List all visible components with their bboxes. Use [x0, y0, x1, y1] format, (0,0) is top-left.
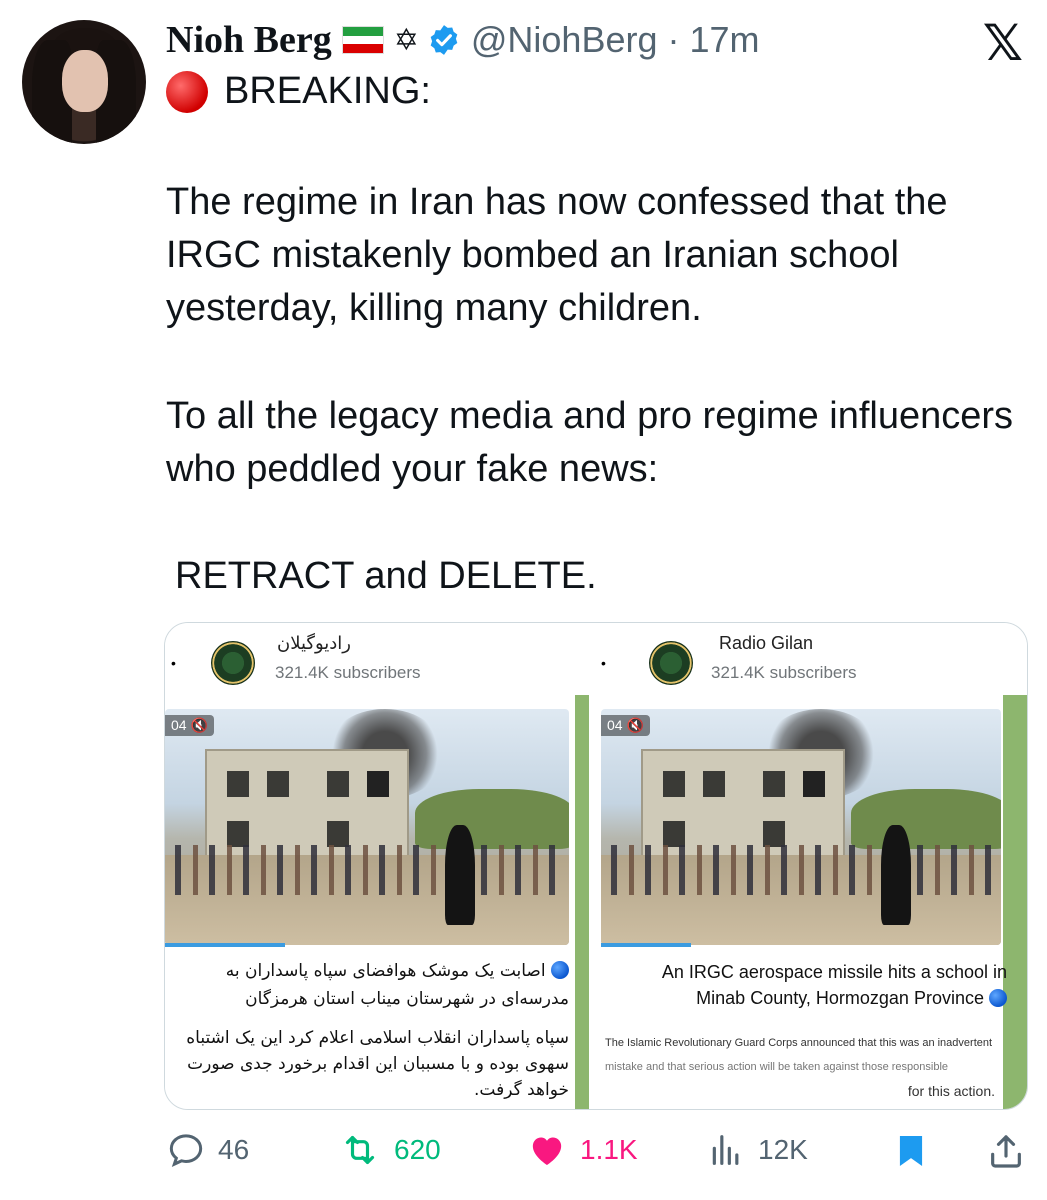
- reply-button[interactable]: 46: [166, 1130, 249, 1170]
- caption-headline: An IRGC aerospace missile hits a school …: [661, 962, 1007, 1008]
- video-thumbnail[interactable]: [165, 709, 569, 945]
- caption-headline: اصابت یک موشک هوافضای سپاه پاسداران به م…: [225, 961, 569, 1009]
- bookmark-icon: [899, 1135, 923, 1167]
- post-header: Nioh Berg ✡ @NiohBerg · 17m: [166, 14, 760, 66]
- red-circle-icon: [166, 70, 208, 113]
- like-button[interactable]: 1.1K: [526, 1130, 638, 1170]
- blue-circle-icon: [551, 961, 569, 979]
- channel-logo: [649, 641, 693, 685]
- video-thumbnail[interactable]: [601, 709, 1001, 945]
- dot-marker: •: [171, 655, 176, 671]
- channel-subscribers: 321.4K subscribers: [711, 663, 857, 682]
- chat-background: [575, 695, 589, 1109]
- panel-divider: [589, 623, 597, 1109]
- repost-count: 620: [394, 1134, 441, 1165]
- bookmark-button[interactable]: [892, 1130, 942, 1172]
- breaking-line: BREAKING:: [166, 70, 431, 113]
- repost-icon: [345, 1135, 375, 1165]
- video-progress-bar: [601, 943, 691, 947]
- views-icon: [712, 1135, 739, 1165]
- channel-name: Radio Gilan: [719, 633, 814, 653]
- chat-background: [1003, 695, 1027, 1109]
- repost-button[interactable]: 620: [338, 1130, 441, 1170]
- channel-logo: [211, 641, 255, 685]
- media-attachment[interactable]: • راديوگيلان 321.4K subscribers 04 🔇 اصا…: [164, 622, 1028, 1110]
- author-name[interactable]: Nioh Berg: [166, 18, 332, 62]
- share-icon: [991, 1135, 1021, 1168]
- share-button[interactable]: [986, 1130, 1038, 1172]
- post-paragraph-1: The regime in Iran has now confessed tha…: [166, 181, 948, 329]
- screenshot-farsi[interactable]: • راديوگيلان 321.4K subscribers 04 🔇 اصا…: [165, 623, 589, 1109]
- caption-body: سپاه پاسداران انقلاب اسلامی اعلام کرد ای…: [186, 1028, 569, 1100]
- post-paragraph-2: To all the legacy media and pro regime i…: [166, 395, 1014, 490]
- breaking-label: BREAKING:: [224, 70, 431, 112]
- screenshot-english[interactable]: • Radio Gilan 321.4K subscribers 04 🔇 An…: [597, 623, 1027, 1109]
- views-button[interactable]: 12K: [706, 1130, 808, 1170]
- video-timestamp: 04 🔇: [165, 715, 214, 736]
- channel-name: راديوگيلان: [277, 633, 351, 653]
- caption-body: The Islamic Revolutionary Guard Corps an…: [603, 1037, 997, 1099]
- reply-icon: [169, 1134, 203, 1167]
- video-timestamp: 04 🔇: [601, 715, 650, 736]
- reply-count: 46: [218, 1134, 250, 1165]
- avatar[interactable]: [22, 20, 146, 144]
- heart-icon: [532, 1137, 562, 1165]
- views-count: 12K: [758, 1134, 808, 1165]
- iran-flag-icon: [341, 26, 384, 54]
- x-logo-icon[interactable]: 𝕏: [983, 14, 1023, 72]
- like-count: 1.1K: [580, 1134, 638, 1165]
- action-bar: 46 620 1.1K 12K: [166, 1130, 1026, 1174]
- handle-and-time[interactable]: @NiohBerg · 17m: [471, 19, 760, 61]
- channel-subscribers: 321.4K subscribers: [275, 663, 421, 682]
- blue-circle-icon: [989, 989, 1007, 1007]
- dot-marker: •: [601, 655, 606, 671]
- video-progress-bar: [165, 943, 285, 947]
- post-paragraph-3: RETRACT and DELETE.: [175, 555, 597, 597]
- verified-badge-icon: [430, 25, 458, 55]
- star-of-david-icon: ✡: [393, 23, 419, 57]
